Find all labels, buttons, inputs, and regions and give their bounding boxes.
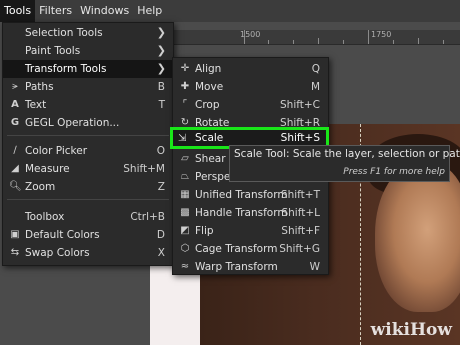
menu-item-shortcut: T <box>158 99 165 111</box>
menu-item-handle-transform[interactable]: ▩ Handle Transform Shift+L <box>173 204 328 222</box>
menubar: Tools Filters Windows Help <box>0 0 460 22</box>
menu-item-label: GEGL Operation... <box>25 117 120 129</box>
menu-item-label: Handle Transform <box>195 207 288 219</box>
menu-item-shortcut: O <box>156 145 165 157</box>
scale-icon: ⇲ <box>178 133 187 144</box>
menu-item-align[interactable]: ✛ Align Q <box>173 60 328 78</box>
paths-icon: ⪫ <box>12 81 18 92</box>
menu-item-move[interactable]: ✚ Move M <box>173 78 328 96</box>
menu-item-paths[interactable]: ⪫ Paths B <box>3 78 173 96</box>
menu-item-unified-transform[interactable]: ▦ Unified Transform Shift+T <box>173 186 328 204</box>
menu-item-label: Scale <box>195 132 224 144</box>
warp-transform-icon: ≈ <box>180 261 190 272</box>
menu-item-label: Zoom <box>25 181 56 193</box>
default-colors-icon: ▣ <box>10 229 20 240</box>
menu-item-label: Color Picker <box>25 145 88 157</box>
menu-separator <box>7 135 169 136</box>
crop-icon: ⌜ <box>182 99 188 110</box>
menu-item-measure[interactable]: ◢ Measure Shift+M <box>3 160 173 178</box>
menu-windows[interactable]: Windows <box>76 0 133 22</box>
menu-item-shortcut: B <box>157 81 165 93</box>
photo-face <box>375 162 460 312</box>
ruler-label: 1750 <box>371 30 392 39</box>
chevron-right-icon: ❯ <box>156 44 166 57</box>
move-icon: ✚ <box>180 81 190 92</box>
menu-item-label: Cage Transform <box>195 243 278 255</box>
menu-item-shortcut: Shift+T <box>280 189 320 201</box>
menu-item-shortcut: Shift+F <box>281 225 320 237</box>
ruler-label: 1500 <box>240 30 261 39</box>
align-icon: ✛ <box>180 63 190 74</box>
unified-transform-icon: ▦ <box>180 189 190 200</box>
menu-item-shortcut: Shift+M <box>123 163 165 175</box>
menu-item-label: Selection Tools <box>25 27 103 39</box>
menu-item-shortcut: Z <box>157 181 165 193</box>
menu-item-label: Paths <box>25 81 54 93</box>
menu-separator <box>7 199 169 200</box>
menu-item-label: Unified Transform <box>195 189 288 201</box>
menu-item-shortcut: X <box>157 247 165 259</box>
menu-item-label: Flip <box>195 225 214 237</box>
cage-transform-icon: ⬡ <box>180 243 190 254</box>
menu-item-shortcut: Shift+L <box>281 207 320 219</box>
flip-icon: ◩ <box>180 225 190 236</box>
menu-item-warp-transform[interactable]: ≈ Warp Transform W <box>173 258 328 276</box>
menu-filters[interactable]: Filters <box>35 0 76 22</box>
handle-transform-icon: ▩ <box>180 207 190 218</box>
menu-item-label: Paint Tools <box>25 45 81 57</box>
menu-item-label: Transform Tools <box>25 63 107 75</box>
tooltip-help-hint: Press F1 for more help <box>343 167 445 177</box>
menu-item-default-colors[interactable]: ▣ Default Colors D <box>3 226 173 244</box>
menu-item-selection-tools[interactable]: Selection Tools ❯ <box>3 24 173 42</box>
menu-tools[interactable]: Tools <box>0 0 36 22</box>
menu-help[interactable]: Help <box>133 0 166 22</box>
tooltip-text: Scale Tool: Scale the layer, selection o… <box>234 148 460 160</box>
wikihow-watermark: wikiHow <box>371 320 452 340</box>
menu-item-label: Text <box>25 99 47 111</box>
shear-icon: ▱ <box>181 153 189 164</box>
chevron-right-icon: ❯ <box>156 62 166 75</box>
horizontal-ruler[interactable]: 1500 1750 <box>168 30 460 45</box>
scale-tooltip: Scale Tool: Scale the layer, selection o… <box>229 145 460 182</box>
watermark-wiki: wiki <box>370 320 410 340</box>
menu-item-label: Move <box>195 81 224 93</box>
menu-item-transform-tools[interactable]: Transform Tools ❯ <box>3 60 173 78</box>
menu-item-flip[interactable]: ◩ Flip Shift+F <box>173 222 328 240</box>
text-icon: A <box>11 99 19 110</box>
menu-item-swap-colors[interactable]: ⇆ Swap Colors X <box>3 244 173 262</box>
watermark-how: How <box>409 320 452 340</box>
menu-item-color-picker[interactable]: ∕ Color Picker O <box>3 142 173 160</box>
menu-item-shortcut: Shift+C <box>280 99 320 111</box>
gegl-icon: G <box>10 117 20 128</box>
zoom-icon: 🔍︎ <box>9 181 22 192</box>
menu-item-shortcut: Shift+S <box>280 132 320 144</box>
menu-item-gegl-operation[interactable]: G GEGL Operation... <box>3 114 173 132</box>
menu-item-text[interactable]: A Text T <box>3 96 173 114</box>
menu-item-shortcut: Ctrl+B <box>130 211 165 223</box>
chevron-right-icon: ❯ <box>156 26 166 39</box>
menu-item-shortcut: W <box>309 261 320 273</box>
menu-item-cage-transform[interactable]: ⬡ Cage Transform Shift+G <box>173 240 328 258</box>
menu-item-shortcut: Shift+G <box>279 243 320 255</box>
menu-item-label: Measure <box>25 163 70 175</box>
menu-item-label: Align <box>195 63 222 75</box>
menu-item-label: Default Colors <box>25 229 100 241</box>
menu-item-paint-tools[interactable]: Paint Tools ❯ <box>3 42 173 60</box>
menu-item-toolbox[interactable]: Toolbox Ctrl+B <box>3 208 173 226</box>
menu-item-shortcut: D <box>156 229 165 241</box>
menu-item-label: Swap Colors <box>25 247 90 259</box>
menu-item-label: Toolbox <box>25 211 65 223</box>
menu-item-label: Warp Transform <box>195 261 278 273</box>
menu-item-zoom[interactable]: 🔍︎ Zoom Z <box>3 178 173 196</box>
measure-icon: ◢ <box>11 163 19 174</box>
tools-menu: Selection Tools ❯ Paint Tools ❯ Transfor… <box>2 22 174 266</box>
menu-item-label: Shear <box>195 153 226 165</box>
color-picker-icon: ∕ <box>13 145 17 156</box>
menu-item-crop[interactable]: ⌜ Crop Shift+C <box>173 96 328 114</box>
swap-colors-icon: ⇆ <box>10 247 20 258</box>
perspective-icon: ⏢ <box>181 171 189 182</box>
menu-item-shortcut: Q <box>311 63 320 75</box>
menu-item-shortcut: M <box>310 81 320 93</box>
menu-item-label: Crop <box>195 99 220 111</box>
